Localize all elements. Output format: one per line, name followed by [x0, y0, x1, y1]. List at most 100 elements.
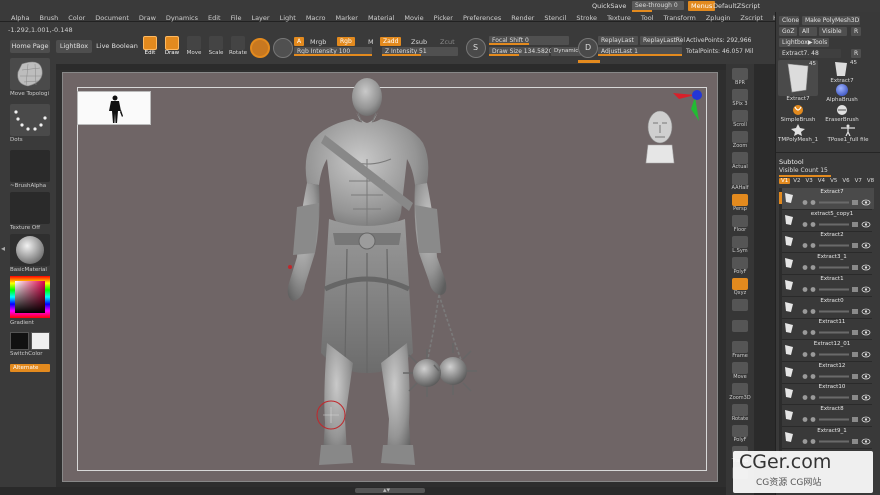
viewtool-polyf[interactable]: PolyF: [728, 425, 752, 443]
menu-document[interactable]: Document: [90, 14, 134, 22]
menu-marker[interactable]: Marker: [330, 14, 362, 22]
alternate-button[interactable]: Alternate: [10, 364, 52, 372]
menu-stroke[interactable]: Stroke: [571, 14, 602, 22]
brush-mode-icon[interactable]: [250, 38, 270, 58]
viewtool-l-sym[interactable]: L.Sym: [728, 236, 752, 254]
quicksave-button[interactable]: QuickSave: [592, 2, 626, 10]
subtool-row[interactable]: Extract0: [780, 297, 874, 318]
viewtool-zoom3d[interactable]: Zoom3D: [728, 383, 752, 401]
make-polymesh-button[interactable]: Make PolyMesh3D: [802, 16, 860, 25]
menu-dynamics[interactable]: Dynamics: [161, 14, 203, 22]
subtool-controls[interactable]: [802, 329, 872, 336]
stroke-selector[interactable]: Dots: [10, 104, 52, 143]
menu-texture[interactable]: Texture: [602, 14, 636, 22]
viewtool-tool-12[interactable]: [728, 320, 752, 332]
goz-r-button[interactable]: R: [851, 27, 861, 36]
subtool-row[interactable]: Extract3_1: [780, 253, 874, 274]
alpha-selector[interactable]: ~BrushAlpha: [10, 150, 52, 189]
z-intensity-slider[interactable]: Z Intensity 51: [382, 47, 458, 56]
tool-tmpolymesh[interactable]: TMPolyMesh_1: [778, 124, 818, 143]
menu-stencil[interactable]: Stencil: [539, 14, 571, 22]
see-through-slider[interactable]: See-through 0: [632, 1, 684, 12]
menu-zscript[interactable]: Zscript: [735, 14, 768, 22]
menu-transform[interactable]: Transform: [659, 14, 701, 22]
lightbox-tools-button[interactable]: Lightbox▶Tools: [779, 38, 829, 47]
subtool-row[interactable]: Extract7: [780, 188, 874, 209]
replay-last-rel-button[interactable]: ReplayLastRel: [640, 36, 685, 45]
vtab-v2[interactable]: V2: [791, 178, 802, 184]
switch-color-control[interactable]: SwitchColor: [10, 332, 52, 357]
draw-mode-button[interactable]: Draw: [162, 36, 182, 58]
zsub-toggle[interactable]: Zsub: [411, 38, 427, 46]
home-page-button[interactable]: Home Page: [10, 40, 50, 53]
default-zscript-label[interactable]: DefaultZScript: [713, 2, 760, 10]
extract-r-button[interactable]: R: [851, 49, 861, 58]
goz-button[interactable]: GoZ: [779, 27, 797, 36]
subtool-controls[interactable]: [802, 373, 872, 380]
subtool-row[interactable]: Extract9_1: [780, 427, 874, 448]
vtab-v7[interactable]: V7: [853, 178, 864, 184]
secondary-color-swatch[interactable]: [31, 332, 50, 350]
tool-tpose[interactable]: TPose1_full file: [822, 124, 874, 143]
extract-count-slider[interactable]: Extract7. 48: [779, 49, 841, 58]
viewtool-aahalf[interactable]: AAHalf: [728, 173, 752, 191]
clone-button[interactable]: Clone: [779, 16, 799, 25]
viewtool-frame[interactable]: Frame: [728, 341, 752, 359]
menu-render[interactable]: Render: [506, 14, 539, 22]
material-sphere-icon[interactable]: [273, 38, 293, 58]
menu-brush[interactable]: Brush: [34, 14, 63, 22]
menu-zplugin[interactable]: Zplugin: [701, 14, 736, 22]
lightbox-button[interactable]: LightBox: [56, 40, 92, 53]
navigation-thumbnail[interactable]: [77, 91, 151, 125]
draw-size-slider[interactable]: Draw Size 134.58203: [489, 47, 556, 56]
menus-toggle-button[interactable]: Menus: [688, 1, 716, 11]
subtool-row[interactable]: Extract1: [780, 275, 874, 296]
subtool-row[interactable]: Extract10: [780, 383, 874, 404]
m-toggle[interactable]: M: [368, 38, 374, 46]
subtool-controls[interactable]: [802, 416, 872, 423]
subtool-row[interactable]: Extract8: [780, 405, 874, 426]
subtool-scrollbar[interactable]: [779, 188, 782, 488]
s-dial-icon[interactable]: S: [466, 38, 486, 58]
color-picker[interactable]: Gradient: [10, 276, 52, 326]
live-boolean-button[interactable]: Live Boolean: [96, 40, 138, 53]
viewtool-polyf[interactable]: PolyF: [728, 257, 752, 275]
goz-all-button[interactable]: All: [799, 27, 817, 36]
subtool-title[interactable]: Subtool: [779, 158, 878, 166]
menu-light[interactable]: Light: [275, 14, 301, 22]
vtab-v3[interactable]: V3: [804, 178, 815, 184]
subtool-controls[interactable]: [802, 221, 872, 228]
d-dial-icon[interactable]: D: [578, 38, 598, 58]
viewtool-qxyz[interactable]: Qxyz: [728, 278, 752, 296]
document-canvas[interactable]: [62, 72, 718, 482]
vtab-v8[interactable]: V8: [865, 178, 876, 184]
material-selector[interactable]: BasicMaterial: [10, 234, 52, 273]
subtool-controls[interactable]: [802, 438, 872, 445]
menu-edit[interactable]: Edit: [203, 14, 226, 22]
subtool-row[interactable]: Extract12_01: [780, 340, 874, 361]
subtool-row[interactable]: Extract2: [780, 231, 874, 252]
subtool-controls[interactable]: [802, 394, 872, 401]
left-palette-collapse-icon[interactable]: ◂: [1, 244, 6, 258]
menu-movie[interactable]: Movie: [399, 14, 428, 22]
axis-gizmo-icon[interactable]: [669, 87, 705, 125]
tool-extract7-small[interactable]: 45 Extract7: [822, 60, 862, 84]
tool-eraser-brush[interactable]: EraserBrush: [822, 104, 862, 123]
primary-color-swatch[interactable]: [10, 332, 29, 350]
mrgb-toggle[interactable]: Mrgb: [310, 38, 326, 46]
subtool-row[interactable]: Extract12: [780, 362, 874, 383]
subtool-controls[interactable]: [802, 199, 872, 206]
viewtool-move[interactable]: Move: [728, 362, 752, 380]
visible-count-slider[interactable]: Visible Count 15: [779, 167, 828, 174]
menu-color[interactable]: Color: [63, 14, 90, 22]
move-mode-button[interactable]: Move: [184, 36, 204, 58]
subtool-controls[interactable]: [802, 308, 872, 315]
viewtool-floor[interactable]: Floor: [728, 215, 752, 233]
tool-extract7-large[interactable]: 45 Extract7: [778, 60, 818, 102]
viewtool-bpr[interactable]: BPR: [728, 68, 752, 86]
subtool-row[interactable]: extract5_copy1: [780, 210, 874, 231]
sculpt-model[interactable]: [263, 73, 523, 481]
menu-file[interactable]: File: [226, 14, 247, 22]
tool-simple-brush[interactable]: SimpleBrush: [778, 104, 818, 123]
vtab-v1[interactable]: V1: [779, 178, 791, 184]
